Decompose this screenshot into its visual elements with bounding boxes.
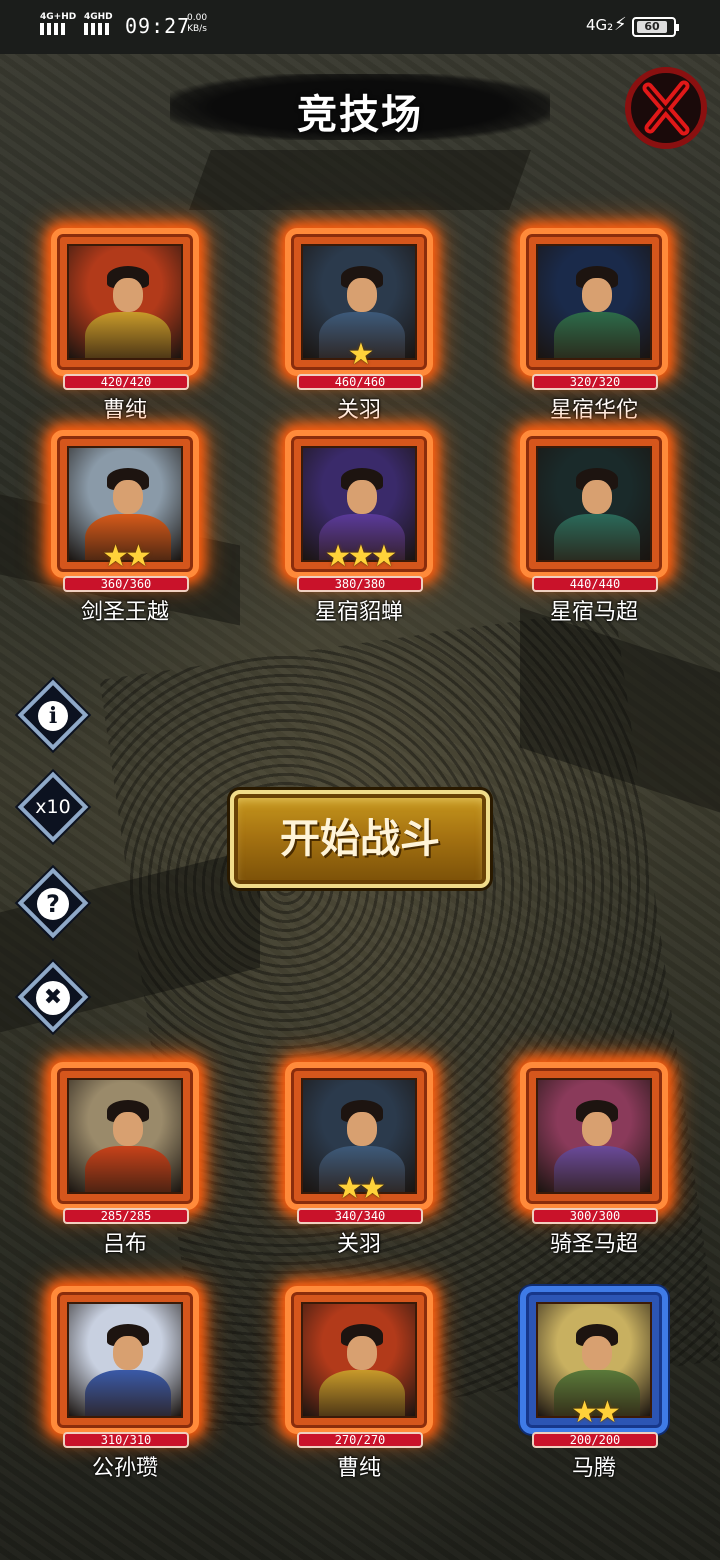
hp-bar: 285/285: [63, 1208, 189, 1224]
sim2-signal: 4GHD: [84, 12, 113, 35]
hero-card[interactable]: ★★ 340/340 关羽: [281, 1056, 437, 1257]
speed-icon: x10: [35, 796, 71, 818]
sim1-label: 4G+HD: [40, 12, 77, 22]
hp-bar: 360/360: [63, 576, 189, 592]
hero-name: 星宿马超: [549, 600, 638, 625]
hp-bar: 420/420: [63, 374, 189, 390]
background-roof: [189, 150, 531, 210]
portrait-face: [347, 1336, 377, 1370]
portrait-face: [113, 1336, 143, 1370]
hero-name: 关羽: [336, 398, 381, 423]
speed-x10-button[interactable]: x10: [16, 770, 90, 844]
portrait-face: [582, 278, 612, 312]
hero-card[interactable]: ★★★ 380/380 星宿貂蝉: [281, 424, 437, 625]
network-speed: 0.00 KB/s: [187, 13, 207, 35]
hero-portrait: [67, 244, 183, 360]
hero-portrait: [536, 244, 652, 360]
hero-card[interactable]: 420/420 曹纯: [47, 222, 203, 423]
hp-bar: 380/380: [297, 576, 423, 592]
hero-card[interactable]: 285/285 吕布: [47, 1056, 203, 1257]
hero-name: 关羽: [336, 1232, 381, 1257]
hp-bar: 310/310: [63, 1432, 189, 1448]
hero-portrait: [536, 446, 652, 562]
star-rating-icon: ★: [347, 337, 375, 372]
portrait-face: [113, 278, 143, 312]
portrait-armor: [319, 1370, 405, 1416]
page-title: 竞技场: [297, 92, 423, 138]
sim1-signal: 4G+HD: [40, 12, 76, 35]
info-glyph: i: [38, 700, 68, 731]
quit-button[interactable]: ✖: [16, 960, 90, 1034]
info-button[interactable]: i: [16, 678, 90, 752]
hero-card[interactable]: 440/440 星宿马超: [516, 424, 672, 625]
hero-card[interactable]: 270/270 曹纯: [281, 1280, 437, 1481]
hp-bar: 300/300: [532, 1208, 658, 1224]
hp-bar: 440/440: [532, 576, 658, 592]
portrait-armor: [554, 514, 640, 560]
red-x-close-icon[interactable]: [622, 64, 710, 152]
charging-icon: ⚡: [614, 14, 627, 35]
close-icon: ✖: [16, 960, 90, 1034]
star-rating-icon: ★★: [336, 1171, 386, 1206]
battery-level: 60: [637, 21, 667, 33]
hero-card[interactable]: ★★ 360/360 剑圣王越: [47, 424, 203, 625]
hero-name: 剑圣王越: [80, 600, 169, 625]
hero-portrait: [67, 1302, 183, 1418]
speed-unit: KB/s: [187, 24, 207, 34]
portrait-face: [113, 1112, 143, 1146]
start-battle-label: 开始战斗: [280, 816, 440, 862]
portrait-face: [347, 278, 377, 312]
hero-card[interactable]: 300/300 骑圣马超: [516, 1056, 672, 1257]
hero-portrait: [67, 1078, 183, 1194]
portrait-armor: [85, 1146, 171, 1192]
info-icon: i: [16, 678, 90, 752]
status-bar: 4G+HD 4GHD 09:27 0.00 KB/s 4G₂ ⚡ 60: [0, 0, 720, 54]
hero-name: 吕布: [102, 1232, 147, 1257]
sim2-label: 4GHD: [84, 12, 113, 22]
hero-portrait: [301, 1302, 417, 1418]
start-battle-button[interactable]: 开始战斗: [230, 790, 490, 888]
portrait-face: [347, 1112, 377, 1146]
hp-bar: 460/460: [297, 374, 423, 390]
portrait-face: [113, 480, 143, 514]
hero-card[interactable]: ★ 460/460 关羽: [281, 222, 437, 423]
hp-bar: 340/340: [297, 1208, 423, 1224]
clock: 09:27: [125, 14, 191, 38]
battery-icon: 60: [632, 17, 679, 37]
question-icon: ?: [16, 866, 90, 940]
portrait-armor: [554, 1146, 640, 1192]
hero-name: 星宿貂蝉: [314, 600, 403, 625]
hero-card[interactable]: 320/320 星宿华佗: [516, 222, 672, 423]
hero-portrait: [536, 1078, 652, 1194]
hero-name: 公孙瓒: [91, 1456, 158, 1481]
portrait-face: [582, 1112, 612, 1146]
star-rating-icon: ★★: [571, 1395, 621, 1430]
hp-bar: 320/320: [532, 374, 658, 390]
hero-name: 马腾: [571, 1456, 616, 1481]
hp-bar: 200/200: [532, 1432, 658, 1448]
hero-name: 骑圣马超: [549, 1232, 638, 1257]
star-rating-icon: ★★: [102, 539, 152, 574]
signal-bars-icon: [84, 23, 112, 35]
portrait-face: [582, 480, 612, 514]
network-type: 4G₂: [586, 16, 614, 34]
help-button[interactable]: ?: [16, 866, 90, 940]
portrait-face: [347, 480, 377, 514]
hero-name: 星宿华佗: [549, 398, 638, 423]
hp-bar: 270/270: [297, 1432, 423, 1448]
signal-bars-icon: [40, 23, 68, 35]
portrait-armor: [85, 312, 171, 358]
speed-value: 0.00: [187, 13, 208, 23]
star-rating-icon: ★★★: [324, 539, 398, 574]
question-glyph: ?: [37, 887, 69, 920]
close-glyph: ✖: [36, 980, 70, 1015]
hero-card[interactable]: 310/310 公孙瓒: [47, 1280, 203, 1481]
portrait-armor: [85, 1370, 171, 1416]
hero-name: 曹纯: [102, 398, 147, 423]
hero-name: 曹纯: [336, 1456, 381, 1481]
portrait-armor: [554, 312, 640, 358]
portrait-face: [582, 1336, 612, 1370]
hero-card[interactable]: ★★ 200/200 马腾: [516, 1280, 672, 1481]
